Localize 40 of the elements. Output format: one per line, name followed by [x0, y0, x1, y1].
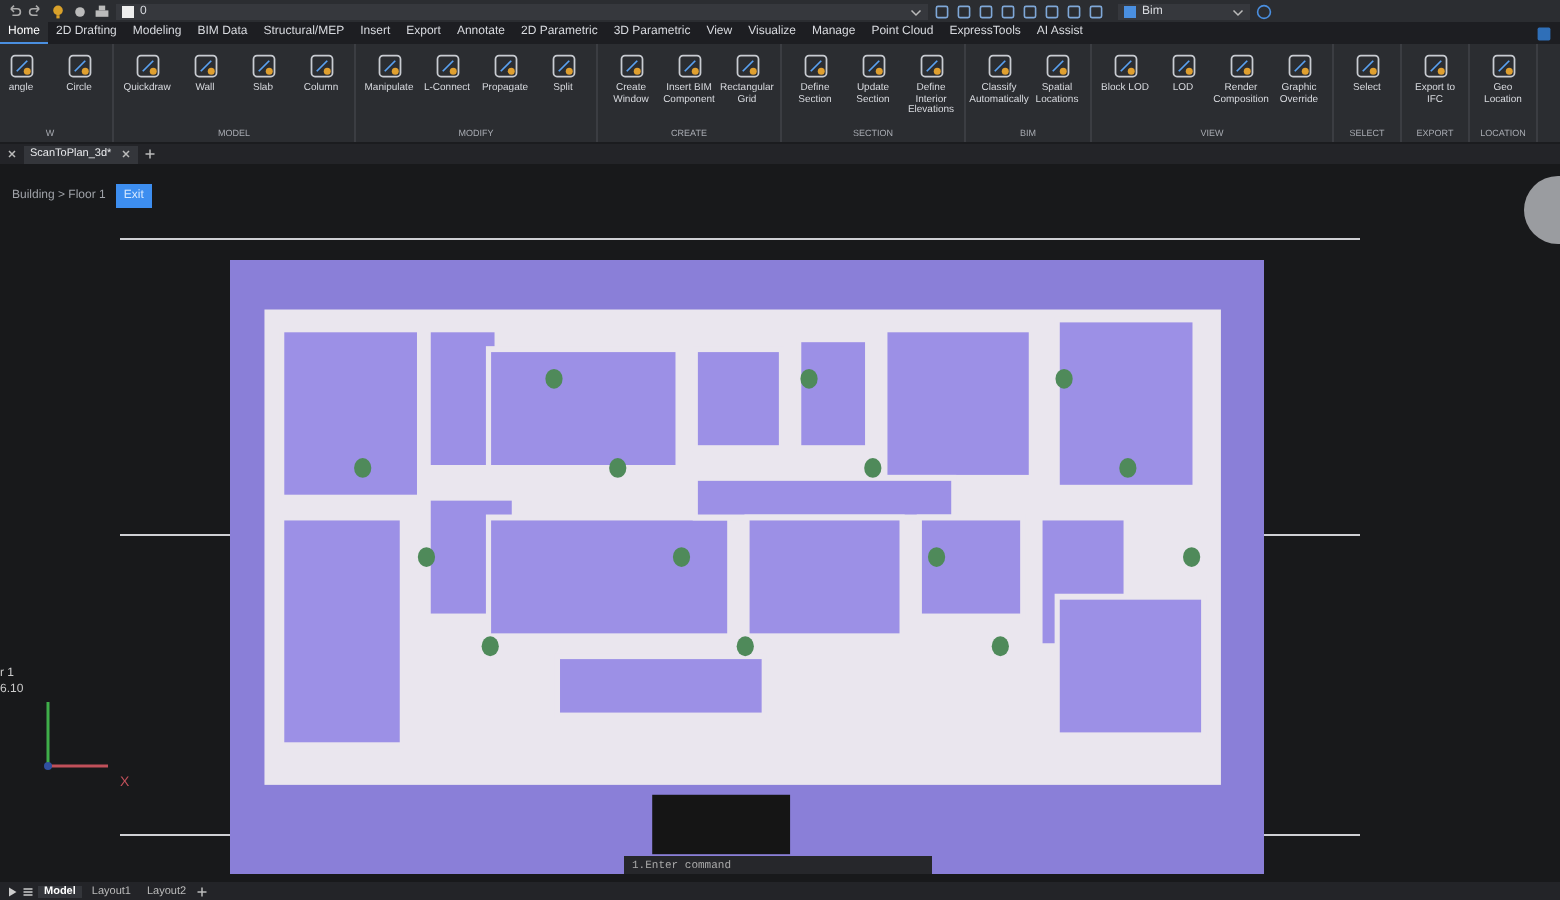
- info-icon[interactable]: [1536, 25, 1552, 41]
- tool-icon: [617, 52, 645, 80]
- tool-icon: [65, 52, 93, 80]
- close-icon[interactable]: [6, 148, 18, 160]
- tool-icon: [733, 52, 761, 80]
- tool-icon: [1489, 52, 1517, 80]
- tool-icon: [375, 52, 403, 80]
- menu-icon[interactable]: [22, 885, 34, 897]
- tool-icon: [675, 52, 703, 80]
- workspace-icon: [1124, 5, 1136, 17]
- tool-icon: [985, 52, 1013, 80]
- tool-icon: [7, 52, 35, 80]
- tool-icon: [133, 52, 161, 80]
- caret-icon: [1232, 5, 1244, 17]
- add-tab-icon[interactable]: [196, 885, 209, 897]
- tool-icon: [491, 52, 519, 80]
- tool-icon: [191, 52, 219, 80]
- add-tab-icon[interactable]: [143, 148, 156, 160]
- undo-icon[interactable]: [6, 3, 22, 19]
- tool-icon: [1285, 52, 1313, 80]
- tool-icon: [1043, 52, 1071, 80]
- tool-icon: [1111, 52, 1139, 80]
- close-icon[interactable]: [119, 148, 132, 160]
- tool-icon: [1227, 52, 1255, 80]
- tool-icon: [917, 52, 945, 80]
- tool-icon: [859, 52, 887, 80]
- tool-icon: [549, 52, 577, 80]
- tool-icon: [433, 52, 461, 80]
- tool-icon: [1353, 52, 1381, 80]
- redo-icon[interactable]: [28, 3, 44, 19]
- help-icon[interactable]: [1256, 3, 1272, 19]
- tool-icon: [1421, 52, 1449, 80]
- tool-icon: [249, 52, 277, 80]
- tool-icon: [801, 52, 829, 80]
- tool-icon: [307, 52, 335, 80]
- layer-color-swatch: [122, 5, 134, 17]
- caret-icon: [910, 5, 922, 17]
- lightbulb-icon[interactable]: [50, 3, 66, 19]
- printer-icon[interactable]: [94, 3, 110, 19]
- tool-icon: [1169, 52, 1197, 80]
